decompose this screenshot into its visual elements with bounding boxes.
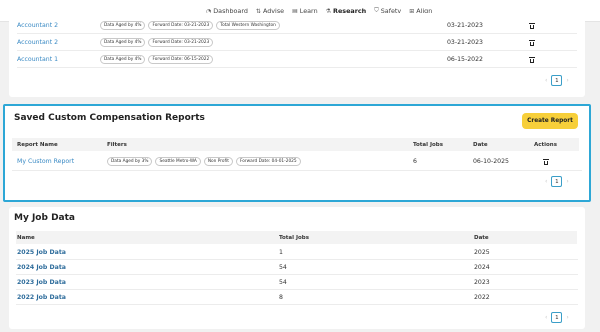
page-number[interactable]: 1	[551, 312, 563, 323]
table-row: Accountant 2 Data Aged by 4% Forward Dat…	[17, 34, 577, 51]
col-total-jobs: Total Jobs	[413, 141, 443, 148]
col-date: Date	[474, 234, 489, 241]
report-date: 06-10-2025	[473, 157, 509, 165]
date-value: 2025	[474, 249, 490, 256]
pagination: ‹ 1 ›	[545, 176, 569, 187]
filter-chip: Data Aged by 3%	[107, 156, 153, 166]
next-page-icon[interactable]: ›	[566, 314, 568, 321]
report-link[interactable]: Accountant 2	[17, 22, 58, 29]
filter-chip: Forward Date: 03-21-2023	[148, 20, 214, 30]
table-header: Name Total Jobs Date	[16, 231, 577, 244]
table-row: My Custom Report Data Aged by 3% Seattle…	[12, 152, 582, 171]
report-link[interactable]: Accountant 1	[17, 56, 58, 63]
total-jobs-value: 1	[279, 249, 283, 256]
table-row: Accountant 2 Data Aged by 4% Forward Dat…	[17, 17, 577, 34]
table-row: Accountant 1 Data Aged by 4% Forward Dat…	[17, 51, 577, 68]
date-value: 2023	[474, 279, 490, 286]
prev-page-icon[interactable]: ‹	[545, 178, 547, 185]
filter-chip: Seattle Metro-WA	[155, 156, 201, 166]
report-link[interactable]: Accountant 2	[17, 39, 58, 46]
col-total-jobs: Total Jobs	[279, 234, 309, 241]
trash-icon[interactable]	[528, 40, 535, 46]
next-page-icon[interactable]: ›	[566, 77, 568, 84]
job-data-link[interactable]: 2022 Job Data	[17, 294, 66, 301]
job-data-link[interactable]: 2024 Job Data	[17, 264, 66, 271]
col-date: Date	[473, 141, 488, 148]
table-row: 2022 Job Data 8 2022	[16, 290, 578, 305]
date-value: 2024	[474, 264, 490, 271]
table-row: 2024 Job Data 54 2024	[16, 260, 578, 275]
table-header: Report Name Filters Total Jobs Date Acti…	[12, 138, 579, 151]
pagination: ‹ 1 ›	[545, 75, 569, 86]
col-actions: Actions	[534, 141, 557, 148]
date-value: 2022	[474, 294, 490, 301]
job-data-link[interactable]: 2025 Job Data	[17, 249, 66, 256]
filter-chip: Forward Date: 03-21-2023	[148, 37, 214, 47]
filter-chip: Data Aged by 4%	[100, 37, 146, 47]
filter-chip: Forward Date: 04-01-2025	[235, 156, 301, 166]
pagination: ‹ 1 ›	[545, 312, 569, 323]
job-data-link[interactable]: 2023 Job Data	[17, 279, 66, 286]
prev-page-icon[interactable]: ‹	[545, 77, 547, 84]
section-title: Saved Custom Compensation Reports	[14, 113, 205, 123]
trash-icon[interactable]	[528, 23, 535, 29]
report-date: 03-21-2023	[447, 21, 483, 29]
col-filters: Filters	[107, 141, 127, 148]
filter-chip: Data Aged by 4%	[100, 54, 146, 64]
total-jobs-value: 8	[279, 294, 283, 301]
trash-icon[interactable]	[542, 159, 549, 165]
page-number[interactable]: 1	[551, 75, 563, 86]
filter-chip: Data Aged by 4%	[100, 20, 146, 30]
saved-reports-card: Saved Custom Compensation Reports Create…	[3, 104, 591, 202]
total-jobs-value: 6	[413, 157, 417, 165]
filter-chip: Forward Date: 06-15-2022	[148, 54, 214, 64]
col-name: Name	[17, 234, 35, 241]
filter-chip: Total Western Washington	[216, 20, 280, 30]
report-date: 06-15-2022	[447, 55, 483, 63]
prev-page-icon[interactable]: ‹	[545, 314, 547, 321]
col-report-name: Report Name	[17, 141, 58, 148]
next-page-icon[interactable]: ›	[566, 178, 568, 185]
filter-chips: Data Aged by 4% Forward Date: 03-21-2023…	[100, 20, 280, 30]
page-number[interactable]: 1	[551, 176, 563, 187]
filter-chips: Data Aged by 3% Seattle Metro-WA Non Pro…	[107, 156, 301, 166]
filter-chip: Non Profit	[203, 156, 233, 166]
report-link[interactable]: My Custom Report	[17, 158, 74, 165]
filter-chips: Data Aged by 4% Forward Date: 06-15-2022	[100, 54, 214, 64]
table-row: 2025 Job Data 1 2025	[16, 245, 578, 260]
create-report-button[interactable]: Create Report	[522, 113, 578, 129]
report-date: 03-21-2023	[447, 38, 483, 46]
total-jobs-value: 54	[279, 264, 287, 271]
job-data-card: My Job Data Name Total Jobs Date 2025 Jo…	[9, 207, 585, 329]
filter-chips: Data Aged by 4% Forward Date: 03-21-2023	[100, 37, 214, 47]
trash-icon[interactable]	[528, 57, 535, 63]
compensation-reports-card: Accountant 2 Data Aged by 4% Forward Dat…	[9, 13, 585, 97]
section-title: My Job Data	[14, 213, 75, 223]
total-jobs-value: 54	[279, 279, 287, 286]
table-row: 2023 Job Data 54 2023	[16, 275, 578, 290]
